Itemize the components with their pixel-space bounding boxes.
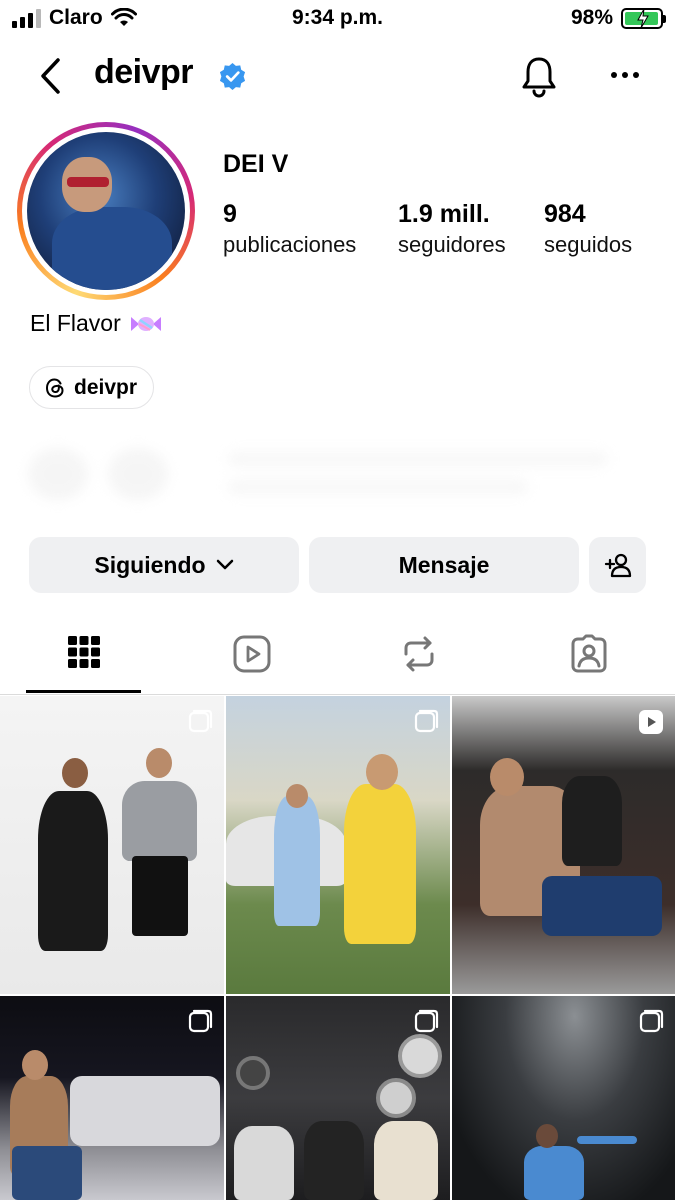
tab-reels[interactable] <box>194 628 309 695</box>
carousel-icon <box>639 1009 664 1033</box>
post-thumbnail[interactable] <box>226 996 450 1200</box>
carousel-icon <box>414 709 439 733</box>
grid-icon <box>67 636 100 668</box>
message-label: Mensaje <box>398 551 490 578</box>
stat-value: 9 <box>223 200 237 228</box>
message-button[interactable]: Mensaje <box>309 537 579 593</box>
post-thumbnail[interactable] <box>226 696 450 994</box>
story-highlights-placeholder <box>28 440 628 510</box>
stat-followers[interactable]: 1.9 mill. seguidores <box>398 198 506 260</box>
avatar <box>27 132 185 290</box>
stat-label: seguidores <box>398 232 506 257</box>
carousel-icon <box>188 709 213 733</box>
stat-following[interactable]: 984 seguidos <box>544 198 632 260</box>
candy-icon <box>130 316 161 331</box>
reels-icon <box>233 635 270 673</box>
stat-label: seguidos <box>544 232 633 257</box>
display-name: DEI V <box>223 150 289 178</box>
more-options-button[interactable] <box>606 60 644 90</box>
battery-icon <box>621 7 666 29</box>
post-thumbnail[interactable] <box>0 996 224 1200</box>
add-person-icon <box>604 553 631 578</box>
stat-value: 1.9 mill. <box>398 200 490 228</box>
post-thumbnail[interactable] <box>452 996 675 1200</box>
stat-label: publicaciones <box>223 232 357 257</box>
story-ring[interactable] <box>17 122 195 300</box>
stat-posts[interactable]: 9 publicaciones <box>223 198 356 260</box>
post-thumbnail[interactable] <box>452 696 675 994</box>
tab-tagged[interactable] <box>531 628 646 695</box>
chevron-left-icon <box>41 58 60 94</box>
divider <box>0 694 675 695</box>
carousel-icon <box>188 1009 213 1033</box>
suggested-users-button[interactable] <box>589 537 646 593</box>
active-tab-indicator <box>26 690 141 693</box>
status-bar: Claro 9:34 p.m. 98% <box>0 0 675 38</box>
threads-link[interactable]: deivpr <box>29 366 155 409</box>
bio: El Flavor <box>30 310 163 337</box>
chevron-down-icon <box>216 559 233 570</box>
threads-icon <box>45 377 64 398</box>
battery-percent: 98% <box>570 6 613 29</box>
status-right: 98% <box>570 6 666 30</box>
following-label: Siguiendo <box>94 551 206 578</box>
back-button[interactable] <box>34 54 68 98</box>
verified-badge-icon <box>219 62 246 91</box>
tab-reposts[interactable] <box>361 628 476 695</box>
header-username: deivpr <box>94 53 194 91</box>
repost-icon <box>404 636 433 672</box>
reel-badge-icon <box>639 710 663 734</box>
tab-posts[interactable] <box>26 628 141 695</box>
more-horizontal-icon <box>611 72 639 78</box>
carousel-icon <box>414 1009 439 1033</box>
bell-icon <box>522 57 556 98</box>
profile-tabs <box>0 628 675 695</box>
following-button[interactable]: Siguiendo <box>29 537 299 593</box>
posts-grid <box>0 696 675 1200</box>
tagged-icon <box>571 634 606 673</box>
bio-text: El Flavor <box>30 310 121 336</box>
notifications-button[interactable] <box>519 54 559 98</box>
threads-handle: deivpr <box>74 375 138 399</box>
profile-header: deivpr <box>0 48 675 104</box>
stat-value: 984 <box>544 200 586 228</box>
post-thumbnail[interactable] <box>0 696 224 994</box>
